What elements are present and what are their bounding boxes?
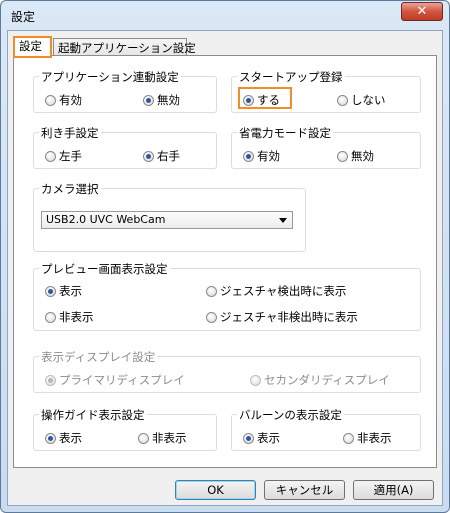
display-title: 表示ディスプレイ設定 (39, 349, 158, 365)
option-label: ジェスチャ非検出時に表示 (220, 310, 358, 324)
ok-label: OK (207, 483, 224, 497)
handedness-group: 利き手設定 左手 右手 (33, 125, 217, 169)
radio-selected-icon (45, 374, 56, 386)
option-label: する (257, 93, 280, 107)
close-button[interactable]: ✕ (401, 2, 443, 21)
display-secondary-option: セカンダリディスプレイ (250, 372, 390, 388)
option-label: 無効 (351, 149, 374, 163)
preview-group: プレビュー画面表示設定 表示 ジェスチャ検出時に表示 非表示 ジェスチャ非検出時… (33, 261, 421, 331)
radio-icon (250, 374, 261, 386)
op-guide-show-option[interactable]: 表示 (45, 430, 82, 446)
radio-selected-icon[interactable] (243, 432, 254, 444)
option-label: 非表示 (357, 431, 392, 445)
option-label: 非表示 (59, 310, 94, 324)
preview-hide-option[interactable]: 非表示 (45, 309, 94, 325)
option-label: 表示 (257, 431, 280, 445)
title-bar: 設定 ✕ (1, 1, 449, 31)
tab-settings[interactable]: 設定 (13, 36, 52, 58)
radio-selected-icon[interactable] (45, 432, 56, 444)
close-icon[interactable]: ✕ (417, 4, 428, 19)
option-label: 表示 (59, 284, 82, 298)
radio-icon[interactable] (45, 311, 56, 323)
option-label: 右手 (157, 149, 180, 163)
option-label: 有効 (59, 93, 82, 107)
dropdown-arrow-icon[interactable] (279, 218, 287, 223)
handedness-title: 利き手設定 (39, 125, 101, 141)
app-linkage-title: アプリケーション連動設定 (39, 69, 181, 85)
option-label: セカンダリディスプレイ (264, 373, 390, 387)
app-linkage-enable-option[interactable]: 有効 (45, 92, 82, 108)
settings-window: 設定 ✕ 設定 起動アプリケーション設定 アプリケーション連動設定 有効 無効 … (0, 0, 450, 513)
radio-icon[interactable] (45, 150, 56, 162)
cancel-button[interactable]: キャンセル (264, 480, 345, 500)
preview-show-on-detect-option[interactable]: ジェスチャ検出時に表示 (206, 283, 346, 299)
radio-icon[interactable] (343, 432, 354, 444)
option-label: 表示 (59, 431, 82, 445)
app-linkage-group: アプリケーション連動設定 有効 無効 (33, 69, 217, 113)
radio-icon[interactable] (206, 285, 217, 297)
camera-select[interactable]: USB2.0 UVC WebCam (41, 211, 293, 229)
op-guide-hide-option[interactable]: 非表示 (138, 430, 187, 446)
option-label: 無効 (157, 93, 180, 107)
dialog-client: 設定 起動アプリケーション設定 アプリケーション連動設定 有効 無効 スタートア… (7, 30, 443, 506)
power-save-title: 省電力モード設定 (237, 125, 333, 141)
power-save-group: 省電力モード設定 有効 無効 (231, 125, 421, 169)
op-guide-group: 操作ガイド表示設定 表示 非表示 (33, 407, 217, 451)
camera-select-value: USB2.0 UVC WebCam (46, 213, 166, 226)
radio-icon[interactable] (337, 94, 348, 106)
radio-icon[interactable] (138, 432, 149, 444)
handedness-left-option[interactable]: 左手 (45, 148, 82, 164)
tab-settings-label: 設定 (19, 39, 42, 53)
op-guide-title: 操作ガイド表示設定 (39, 407, 147, 423)
startup-off-option[interactable]: しない (337, 92, 386, 108)
radio-selected-icon[interactable] (243, 150, 254, 162)
display-group: 表示ディスプレイ設定 プライマリディスプレイ セカンダリディスプレイ (33, 349, 421, 393)
option-label: ジェスチャ検出時に表示 (220, 284, 347, 298)
camera-group: カメラ選択 USB2.0 UVC WebCam (33, 181, 306, 252)
option-label: プライマリディスプレイ (59, 373, 185, 387)
apply-button[interactable]: 適用(A) (353, 480, 434, 500)
balloon-show-option[interactable]: 表示 (243, 430, 280, 446)
option-label: 左手 (59, 149, 82, 163)
startup-on-option[interactable]: する (243, 92, 280, 108)
preview-title: プレビュー画面表示設定 (39, 261, 170, 277)
tab-startup-apps-label: 起動アプリケーション設定 (58, 41, 196, 55)
option-label: しない (351, 93, 386, 107)
radio-selected-icon[interactable] (143, 94, 154, 106)
handedness-right-option[interactable]: 右手 (143, 148, 180, 164)
option-label: 有効 (257, 149, 280, 163)
balloon-group: バルーンの表示設定 表示 非表示 (231, 407, 421, 451)
power-save-disable-option[interactable]: 無効 (337, 148, 374, 164)
radio-selected-icon[interactable] (243, 94, 254, 106)
ok-button[interactable]: OK (175, 480, 256, 500)
preview-show-on-nondetect-option[interactable]: ジェスチャ非検出時に表示 (206, 309, 358, 325)
cancel-label: キャンセル (275, 483, 334, 497)
preview-show-option[interactable]: 表示 (45, 283, 82, 299)
option-label: 非表示 (152, 431, 187, 445)
camera-title: カメラ選択 (39, 181, 101, 197)
apply-label: 適用(A) (373, 483, 414, 497)
radio-selected-icon[interactable] (143, 150, 154, 162)
radio-icon[interactable] (337, 150, 348, 162)
power-save-enable-option[interactable]: 有効 (243, 148, 280, 164)
startup-group: スタートアップ登録 する しない (231, 69, 421, 113)
display-primary-option: プライマリディスプレイ (45, 372, 185, 388)
window-title: 設定 (11, 10, 36, 24)
radio-icon[interactable] (206, 311, 217, 323)
balloon-hide-option[interactable]: 非表示 (343, 430, 392, 446)
settings-panel: アプリケーション連動設定 有効 無効 スタートアップ登録 する しない 利き手設… (13, 55, 437, 468)
radio-icon[interactable] (45, 94, 56, 106)
radio-selected-icon[interactable] (45, 285, 56, 297)
startup-title: スタートアップ登録 (237, 69, 345, 85)
app-linkage-disable-option[interactable]: 無効 (143, 92, 180, 108)
balloon-title: バルーンの表示設定 (237, 407, 344, 423)
